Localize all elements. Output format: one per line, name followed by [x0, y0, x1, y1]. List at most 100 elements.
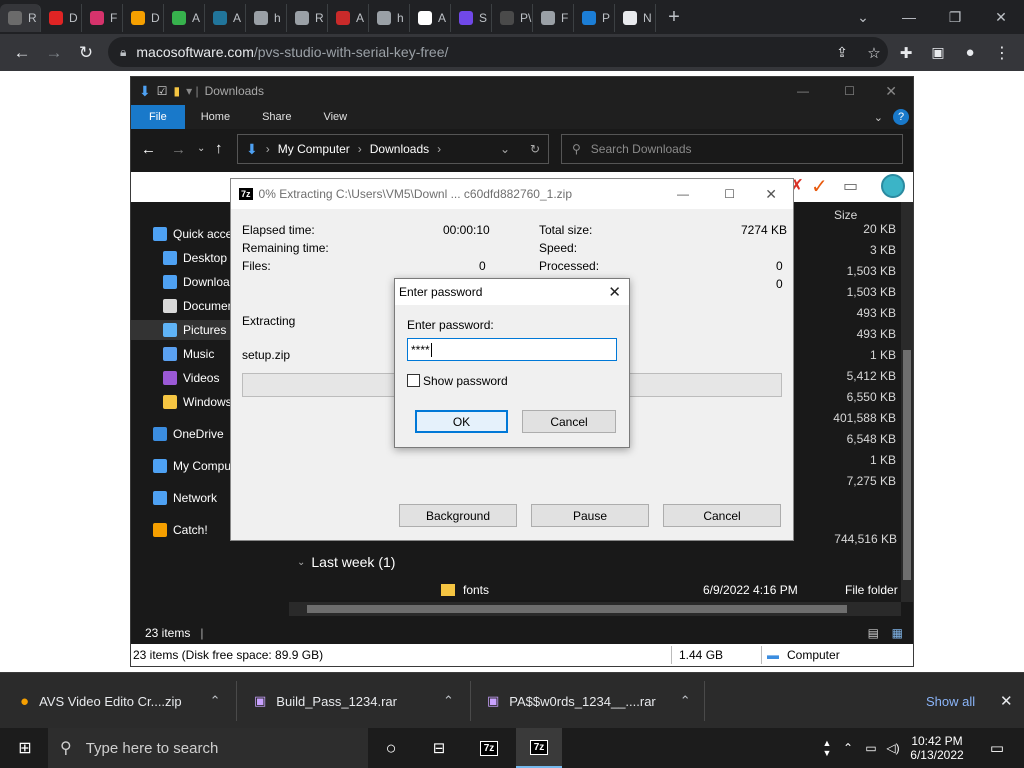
- restore-icon[interactable]: ❐: [932, 0, 978, 34]
- download-item-name: Build_Pass_1234.rar: [276, 693, 397, 709]
- taskbar-7zip-app-active[interactable]: 7z: [516, 728, 562, 768]
- show-password-checkbox[interactable]: [407, 374, 420, 387]
- size-cell: 3 KB: [869, 243, 896, 257]
- download-options-chevron-icon[interactable]: ⌃: [443, 693, 454, 709]
- recent-locations-icon[interactable]: ⌄: [197, 143, 205, 154]
- download-item-build-pass[interactable]: ▣ Build_Pass_1234.rar ⌃: [254, 673, 454, 729]
- group-header-last-week[interactable]: ⌄ Last week (1): [297, 554, 395, 570]
- explorer-maximize-icon[interactable]: ☐: [844, 84, 855, 98]
- browser-tab[interactable]: F: [82, 4, 123, 32]
- file-row-fonts[interactable]: fonts 6/9/2022 4:16 PM File folder: [311, 580, 901, 600]
- taskbar-clock[interactable]: 10:42 PM 6/13/2022: [906, 734, 968, 762]
- browser-tab[interactable]: D: [123, 4, 164, 32]
- taskbar-7zip-app[interactable]: 7z: [466, 728, 512, 768]
- download-item-passwords[interactable]: ▣ PA$$w0rds_1234__....rar ⌃: [487, 673, 691, 729]
- extract-close-icon[interactable]: ✕: [765, 186, 777, 203]
- details-view-icon[interactable]: ▤: [868, 626, 879, 640]
- background-button[interactable]: Background: [399, 504, 517, 527]
- horizontal-scrollbar[interactable]: [289, 602, 901, 616]
- browser-tab[interactable]: R: [287, 4, 328, 32]
- browser-tab[interactable]: P\: [492, 4, 533, 32]
- new-tab-button[interactable]: +: [656, 6, 692, 29]
- reload-icon[interactable]: ↻: [70, 37, 102, 69]
- password-cancel-button[interactable]: Cancel: [522, 410, 616, 433]
- bookmark-star-icon[interactable]: ☆: [858, 37, 890, 69]
- taskbar-search-box[interactable]: ⚲ Type here to search: [48, 728, 368, 768]
- share-icon[interactable]: ⇪: [826, 37, 858, 69]
- path-segment-my-computer[interactable]: My Computer: [278, 142, 350, 156]
- up-arrow-icon[interactable]: ↑: [215, 140, 223, 157]
- explorer-close-icon[interactable]: ✕: [885, 83, 897, 100]
- profile-avatar-icon[interactable]: ●: [954, 37, 986, 69]
- path-dropdown-icon[interactable]: ⌄: [500, 142, 510, 156]
- tiles-view-icon[interactable]: ▦: [892, 626, 903, 640]
- browser-tab[interactable]: S: [451, 4, 492, 32]
- menu-kebab-icon[interactable]: ⋮: [986, 37, 1018, 69]
- ribbon-tab-view[interactable]: View: [307, 105, 363, 129]
- browser-tab[interactable]: A: [164, 4, 205, 32]
- browser-tab[interactable]: P: [574, 4, 615, 32]
- search-box[interactable]: ⚲ Search Downloads: [561, 134, 903, 164]
- globe-icon[interactable]: [881, 174, 905, 198]
- browser-tab[interactable]: A: [205, 4, 246, 32]
- pause-button[interactable]: Pause: [531, 504, 649, 527]
- show-password-label[interactable]: Show password: [423, 374, 508, 388]
- minimize-icon[interactable]: —: [886, 0, 932, 34]
- vertical-scroll-thumb[interactable]: [903, 350, 911, 580]
- show-hidden-icons-chevron-icon[interactable]: ⌃: [838, 728, 858, 768]
- extract-minimize-icon[interactable]: —: [677, 187, 689, 201]
- task-view-icon[interactable]: ⊟: [416, 728, 462, 768]
- windows-start-icon[interactable]: ⊞: [2, 728, 48, 768]
- explorer-minimize-icon[interactable]: —: [797, 84, 809, 98]
- size-column-header[interactable]: Size: [834, 208, 857, 222]
- back-arrow-icon[interactable]: ←: [6, 37, 38, 69]
- taskbar-scroll-icon[interactable]: ▲ ▼: [818, 728, 836, 768]
- extract-maximize-icon[interactable]: ☐: [724, 187, 735, 201]
- browser-tab[interactable]: N: [615, 4, 656, 32]
- ribbon-expand-icon[interactable]: ⌄: [874, 111, 883, 124]
- show-all-link[interactable]: Show all: [926, 673, 975, 729]
- horizontal-scroll-thumb[interactable]: [307, 605, 847, 613]
- password-input[interactable]: ****: [407, 338, 617, 361]
- path-segment-downloads[interactable]: Downloads: [370, 142, 429, 156]
- volume-icon[interactable]: ◁): [882, 728, 904, 768]
- password-close-icon[interactable]: ✕: [608, 283, 621, 301]
- extract-cancel-button[interactable]: Cancel: [663, 504, 781, 527]
- browser-tab[interactable]: A: [410, 4, 451, 32]
- side-panel-icon[interactable]: ▣: [922, 37, 954, 69]
- explorer-forward-icon[interactable]: →: [171, 141, 186, 158]
- omnibox[interactable]: 🔒︎ macosoftware.com/pvs-studio-with-seri…: [108, 37, 888, 67]
- explorer-back-icon[interactable]: ←: [141, 141, 156, 158]
- new-folder-icon[interactable]: ▮: [174, 84, 181, 98]
- download-options-chevron-icon[interactable]: ⌃: [210, 693, 221, 709]
- download-item-avs[interactable]: ● AVS Video Edito Cr....zip ⌃: [20, 673, 221, 729]
- vertical-scrollbar[interactable]: [901, 202, 913, 602]
- properties-icon[interactable]: ☑: [157, 84, 168, 98]
- browser-tab[interactable]: R: [0, 4, 41, 32]
- browser-tab[interactable]: h: [369, 4, 410, 32]
- close-downloads-bar-icon[interactable]: ✕: [1000, 673, 1013, 729]
- browser-tab[interactable]: D: [41, 4, 82, 32]
- extensions-puzzle-icon[interactable]: ✚: [890, 37, 922, 69]
- browser-tab[interactable]: A: [328, 4, 369, 32]
- browser-tab[interactable]: h: [246, 4, 287, 32]
- notifications-icon[interactable]: ▭: [974, 728, 1020, 768]
- ribbon-tab-home[interactable]: Home: [185, 105, 246, 129]
- explorer-title: Downloads: [204, 84, 264, 98]
- close-icon[interactable]: ✕: [978, 0, 1024, 34]
- download-options-chevron-icon[interactable]: ⌃: [680, 693, 691, 709]
- path-refresh-icon[interactable]: ↻: [530, 142, 540, 156]
- ok-button[interactable]: OK: [415, 410, 508, 433]
- check-icon[interactable]: ✓: [811, 174, 828, 199]
- network-icon[interactable]: ▭: [860, 728, 882, 768]
- help-icon[interactable]: ?: [893, 109, 909, 125]
- card-icon[interactable]: ▭: [843, 176, 858, 196]
- tab-search-icon[interactable]: ⌄: [840, 0, 886, 34]
- path-bar[interactable]: ⬇ › My Computer › Downloads › ⌄ ↻: [237, 134, 549, 164]
- ribbon-tab-file[interactable]: File: [131, 105, 185, 129]
- forward-arrow-icon[interactable]: →: [38, 37, 70, 69]
- ribbon-tab-share[interactable]: Share: [246, 105, 307, 129]
- cortana-circle-icon[interactable]: ○: [368, 728, 414, 768]
- browser-tab[interactable]: F: [533, 4, 574, 32]
- processed-label: Processed:: [539, 259, 600, 273]
